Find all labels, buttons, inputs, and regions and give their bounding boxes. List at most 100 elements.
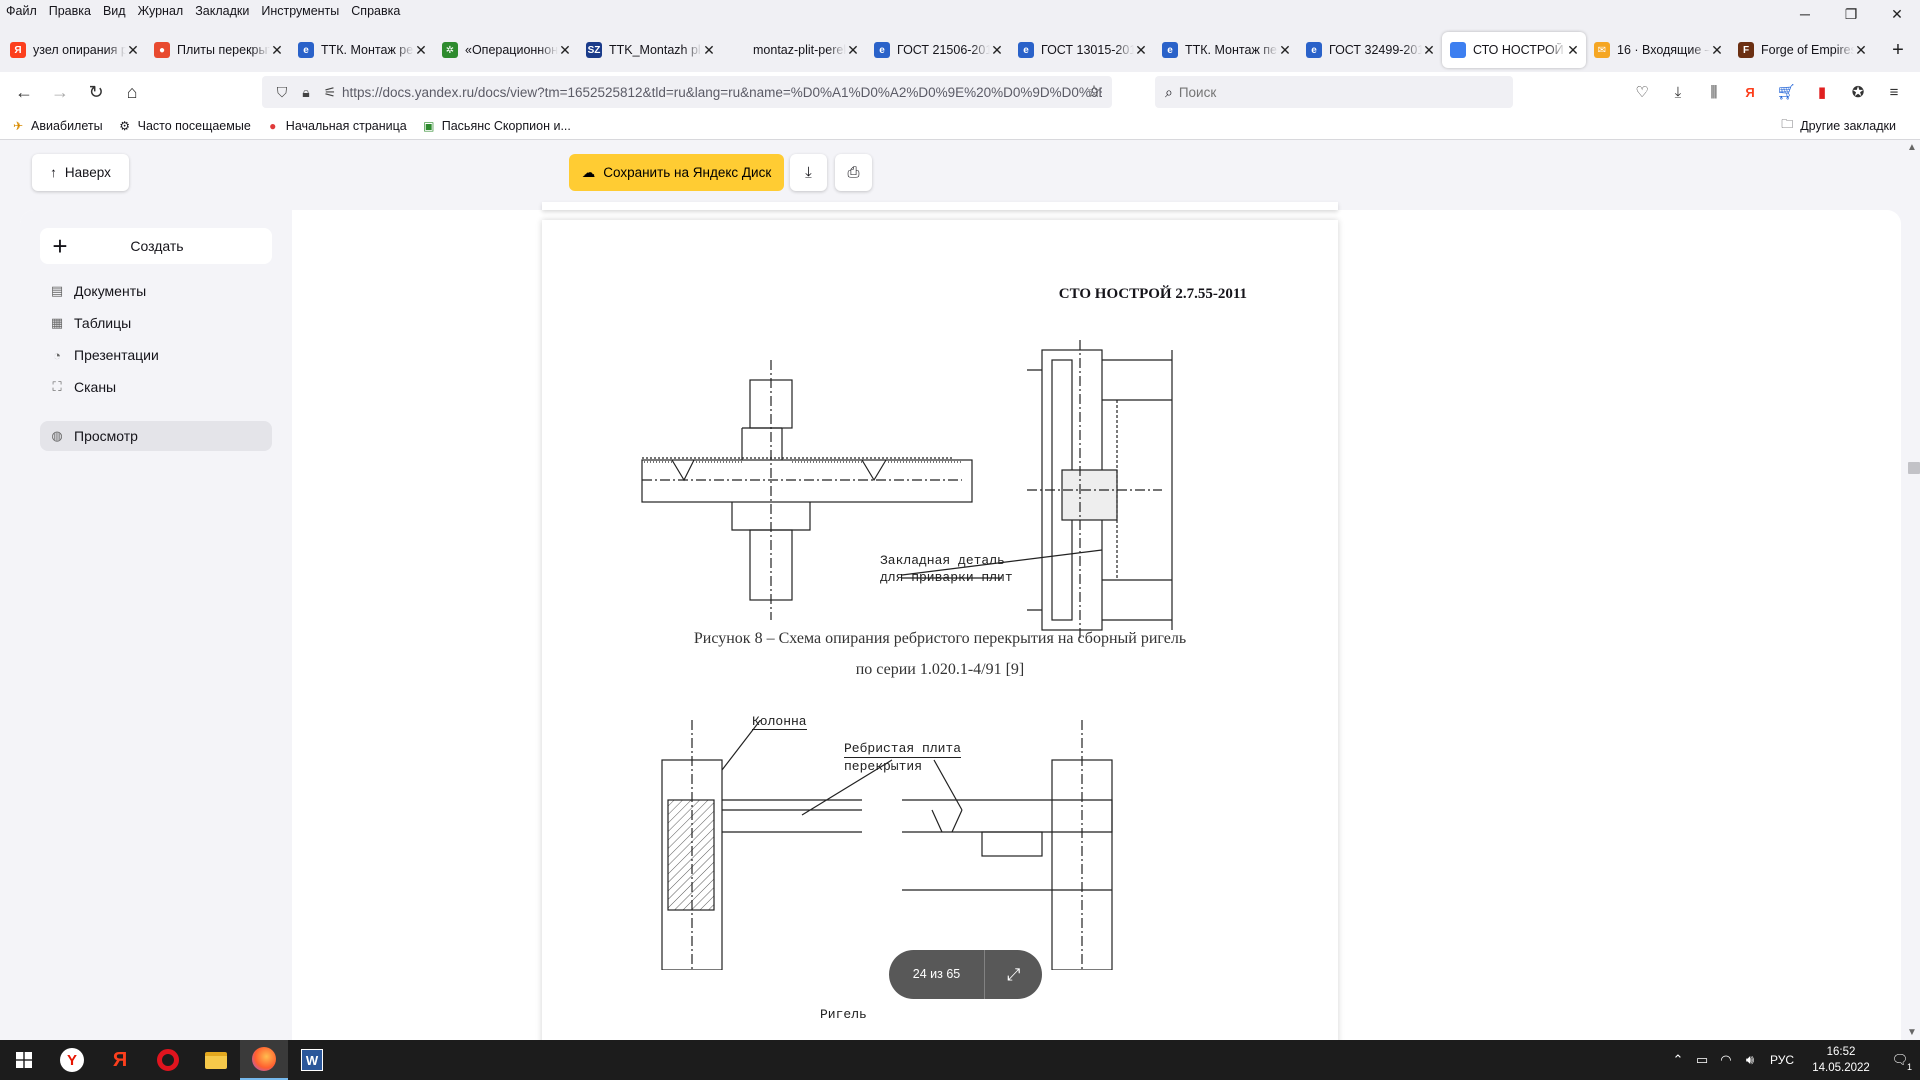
tab-close-icon[interactable]: ✕	[846, 42, 860, 59]
search-bar[interactable]: ⌕	[1155, 76, 1513, 108]
browser-tab[interactable]: Яузел опирания ребристых✕	[2, 33, 146, 67]
tab-label: montaz-plit-perekritiya	[753, 43, 846, 57]
tab-close-icon[interactable]: ✕	[126, 42, 140, 59]
cart-icon[interactable]: 🛒︎	[1768, 76, 1804, 108]
scroll-top-button[interactable]: ↑ Наверх	[32, 154, 129, 191]
windows-start-icon[interactable]	[0, 1040, 48, 1080]
bookmark-aviabilety[interactable]: ✈ Авиабилеты	[10, 118, 103, 134]
tab-close-icon[interactable]: ✕	[558, 42, 572, 59]
browser-tab[interactable]: montaz-plit-perekritiya✕	[722, 33, 866, 67]
cards-icon: ▣	[423, 118, 435, 133]
file-explorer-icon[interactable]	[192, 1040, 240, 1080]
bookmark-most-visited[interactable]: ⚙ Часто посещаемые	[117, 118, 251, 134]
menu-tools[interactable]: Инструменты	[255, 4, 345, 18]
menu-help[interactable]: Справка	[345, 4, 406, 18]
close-window-icon[interactable]: ✕	[1874, 0, 1920, 28]
browser-tab[interactable]: e ГОСТ 21506-2013 ✕	[866, 33, 1010, 67]
opera-icon[interactable]	[144, 1040, 192, 1080]
tab-close-icon[interactable]: ✕	[1134, 42, 1148, 59]
reload-icon[interactable]: ↻	[78, 76, 114, 108]
url-bar[interactable]: ⛉ 🔒︎ ⚟ ☆	[262, 76, 1112, 108]
search-input[interactable]	[1178, 84, 1479, 100]
tab-close-icon[interactable]: ✕	[990, 42, 1004, 59]
browser-toolbar: ♡ ⤓ ⫼ Я 🛒︎ ▮ ✪ ≡	[1624, 76, 1912, 108]
tab-favicon-icon: e	[1162, 42, 1178, 58]
browser-tab[interactable]: SZ TTK_Montazh plit ✕	[578, 33, 722, 67]
scroll-up-icon[interactable]: ▲	[1907, 142, 1917, 153]
yandex-icon[interactable]: Я	[1732, 76, 1768, 108]
permissions-icon[interactable]: ⚟	[318, 80, 342, 104]
sidebar-item-tables[interactable]: ▦ Таблицы	[40, 308, 272, 338]
left-column	[661, 720, 862, 970]
firefox-icon[interactable]	[240, 1040, 288, 1080]
bookmark-start-page[interactable]: ● Начальная страница	[265, 118, 407, 134]
sidebar-item-presentations[interactable]: ◔ Презентации	[40, 340, 272, 370]
tab-close-icon[interactable]: ✕	[1854, 42, 1868, 59]
save-to-disk-button[interactable]: ☁ Сохранить на Яндекс Диск	[569, 154, 784, 191]
yandex-browser-icon[interactable]: Y	[48, 1040, 96, 1080]
download-button[interactable]: ⤓	[790, 154, 827, 191]
tab-close-icon[interactable]: ✕	[270, 42, 284, 59]
browser-tab[interactable]: e ГОСТ 32499-2013 ✕	[1298, 33, 1442, 67]
tab-close-icon[interactable]: ✕	[702, 42, 716, 59]
browser-tab[interactable]: F Forge of Empires ✕	[1730, 33, 1874, 67]
clock[interactable]: 16:52 14.05.2022	[1802, 1044, 1880, 1076]
sidebar-item-documents[interactable]: ▤ Документы	[40, 276, 272, 306]
forward-arrow-icon[interactable]: →	[42, 76, 78, 108]
browser-tab[interactable]: ✉ 16 · Входящие — Почта✕	[1586, 33, 1730, 67]
url-input[interactable]	[342, 84, 1102, 100]
vertical-scrollbar[interactable]: ▲ ▼	[1905, 140, 1920, 1040]
volume-icon[interactable]: 🔊︎	[1738, 1052, 1762, 1068]
tab-label: ТТК. Монтаж ребристых	[321, 43, 414, 57]
menu-edit[interactable]: Правка	[43, 4, 97, 18]
browser-tab[interactable]: e ТТК. Монтаж перекрытия✕	[1154, 33, 1298, 67]
bookmark-solitaire[interactable]: ▣ Пасьянс Скорпион и...	[421, 118, 571, 134]
sidebar-item-scans[interactable]: ⛶ Сканы	[40, 372, 272, 402]
create-button[interactable]: + Создать	[40, 228, 272, 264]
scroll-down-icon[interactable]: ▼	[1907, 1027, 1917, 1038]
tab-close-icon[interactable]: ✕	[1278, 42, 1292, 59]
home-icon[interactable]: ⌂	[114, 76, 150, 108]
word-icon[interactable]: W	[288, 1040, 336, 1080]
scrollbar-thumb[interactable]	[1908, 462, 1920, 474]
fig2-beam-label: Ригель	[820, 1007, 867, 1022]
bookmark-ext-icon[interactable]: ▮	[1804, 76, 1840, 108]
pocket-icon[interactable]: ♡	[1624, 76, 1660, 108]
browser-tab[interactable]: e ТТК. Монтаж ребристых✕	[290, 33, 434, 67]
downloads-icon[interactable]: ⤓	[1660, 76, 1696, 108]
star-icon[interactable]: ☆	[1082, 80, 1106, 104]
fullscreen-icon[interactable]: ⤢	[985, 965, 1042, 985]
minimize-icon[interactable]: ─	[1782, 0, 1828, 28]
yandex-icon[interactable]: Я	[96, 1040, 144, 1080]
other-bookmarks[interactable]: 🗀 Другие закладки	[1779, 117, 1896, 134]
new-tab-icon[interactable]: +	[1880, 33, 1916, 67]
browser-tab[interactable]: e ГОСТ 13015-2012 ✕	[1010, 33, 1154, 67]
browser-tab[interactable]: СТО НОСТРОЙ 2.7.55✕	[1442, 32, 1586, 68]
menu-bookmarks[interactable]: Закладки	[189, 4, 255, 18]
tab-close-icon[interactable]: ✕	[1710, 42, 1724, 59]
shield-icon[interactable]: ⛉	[270, 80, 294, 104]
back-arrow-icon[interactable]: ←	[6, 76, 42, 108]
lock-icon[interactable]: 🔒︎	[294, 80, 318, 104]
menu-view[interactable]: Вид	[97, 4, 132, 18]
browser-tab[interactable]: ✲ «Операционнонная✕	[434, 33, 578, 67]
tab-close-icon[interactable]: ✕	[1422, 42, 1436, 59]
meet-icon[interactable]: ▭	[1690, 1052, 1714, 1068]
menu-history[interactable]: Журнал	[132, 4, 190, 18]
menu-bar: Файл Правка Вид Журнал Закладки Инструме…	[0, 0, 1920, 22]
extension-icon[interactable]: ✪	[1840, 76, 1876, 108]
print-button[interactable]: ⎙	[835, 154, 872, 191]
wifi-icon[interactable]: ◠	[1714, 1052, 1738, 1068]
browser-tab[interactable]: ● Плиты перекрытия✕	[146, 33, 290, 67]
chevron-up-icon[interactable]: ⌃	[1666, 1052, 1690, 1068]
menu-file[interactable]: Файл	[0, 4, 43, 18]
hamburger-menu-icon[interactable]: ≡	[1876, 76, 1912, 108]
bookmarks-bar: ✈ Авиабилеты ⚙ Часто посещаемые ● Начальная…	[0, 112, 1920, 140]
tab-close-icon[interactable]: ✕	[1566, 42, 1580, 59]
language-indicator[interactable]: РУС	[1770, 1053, 1794, 1067]
sidebar-item-view[interactable]: ◍ Просмотр	[40, 421, 272, 451]
tab-close-icon[interactable]: ✕	[414, 42, 428, 59]
notifications-icon[interactable]: 🗨︎ 1	[1880, 1052, 1920, 1072]
library-icon[interactable]: ⫼	[1696, 76, 1732, 108]
restore-icon[interactable]: ❐	[1828, 0, 1874, 28]
